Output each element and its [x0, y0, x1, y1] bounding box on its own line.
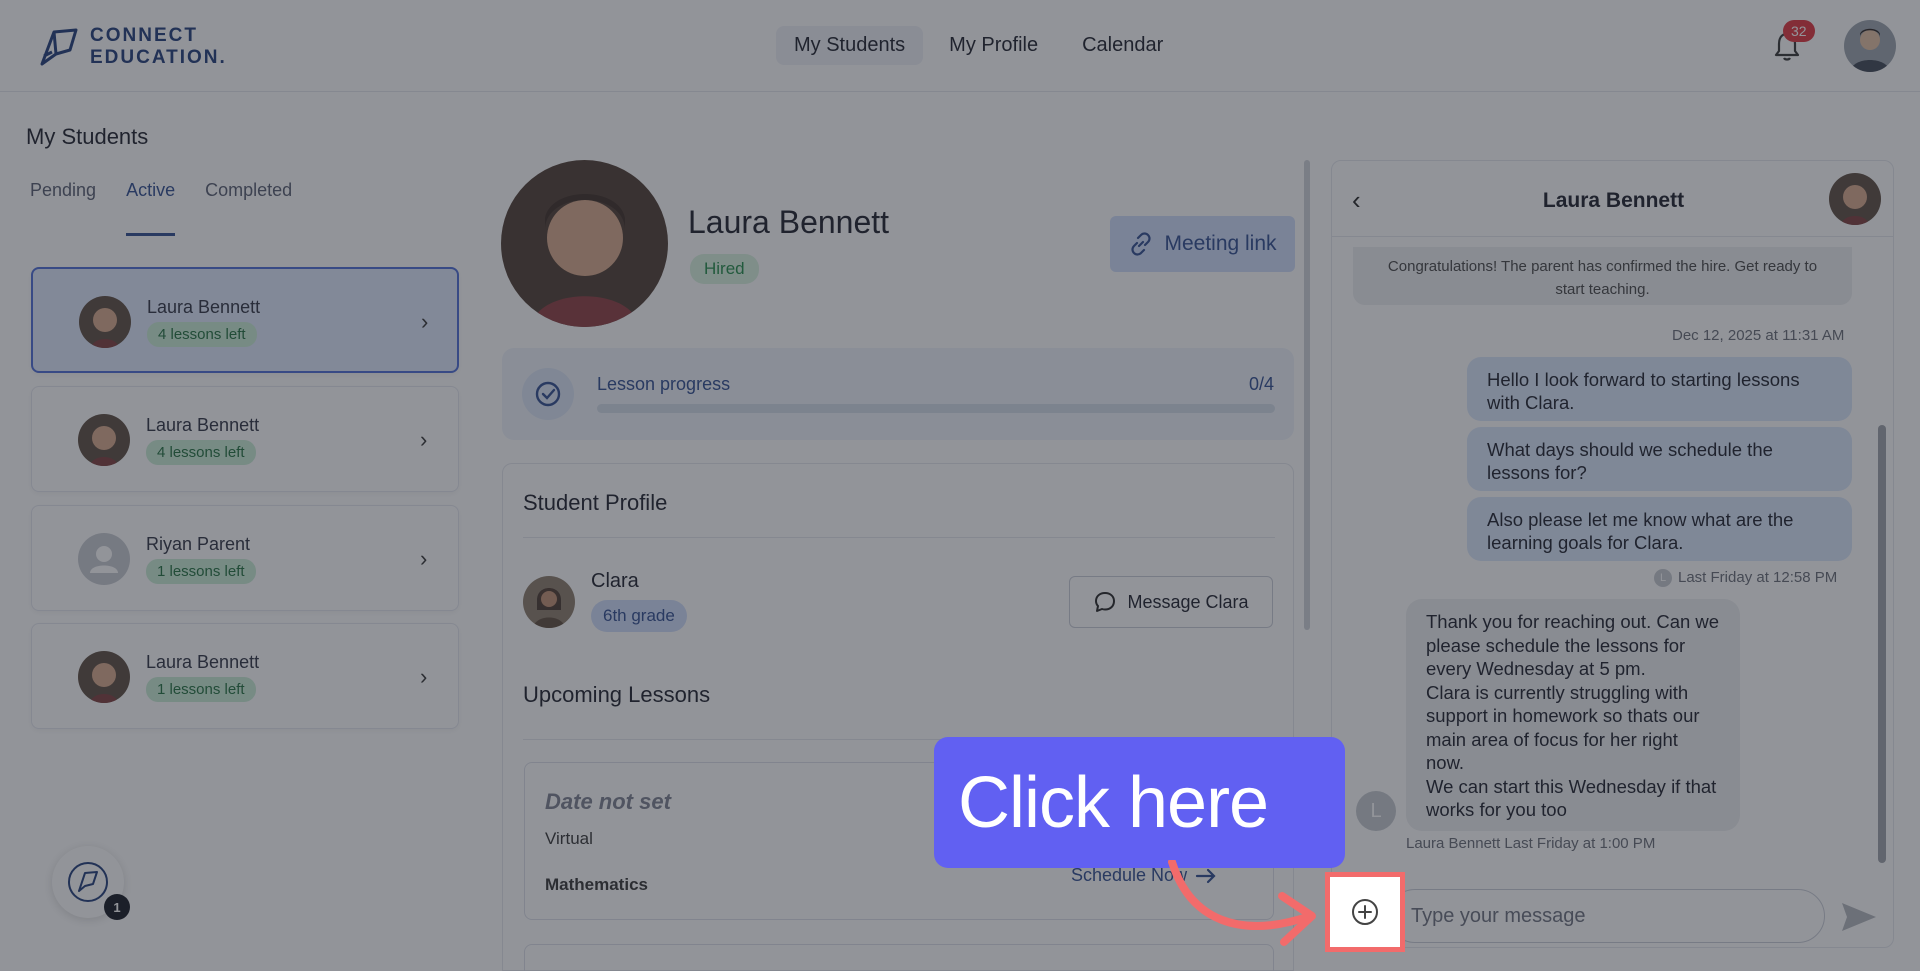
lesson-mode: Virtual — [545, 829, 593, 848]
nav-calendar[interactable]: Calendar — [1064, 26, 1181, 65]
hired-status-badge: Hired — [690, 254, 759, 284]
logo-icon — [40, 28, 78, 66]
chat-header: ‹ Laura Bennett — [1332, 161, 1893, 237]
outgoing-message: Also please let me know what are the lea… — [1467, 497, 1852, 561]
student-avatar — [78, 414, 130, 466]
sender-avatar: L — [1356, 791, 1396, 831]
nav-my-students[interactable]: My Students — [776, 26, 924, 65]
message-timestamp: Last Friday at 12:58 PM — [1678, 569, 1838, 586]
meeting-link-label: Meeting link — [1164, 232, 1277, 255]
logo-text-line1: CONNECT — [90, 25, 198, 46]
lessons-left-badge: 1 lessons left — [146, 677, 256, 702]
student-name: Laura Bennett — [147, 297, 261, 317]
tutorial-highlight-add-button[interactable] — [1325, 872, 1405, 952]
chat-title: Laura Bennett — [1542, 189, 1685, 212]
lessons-left-badge: 1 lessons left — [146, 559, 256, 584]
meeting-link-button[interactable]: Meeting link — [1110, 216, 1295, 272]
link-icon — [1131, 232, 1152, 256]
lessons-left-badge: 4 lessons left — [147, 322, 257, 347]
student-status-tabs: Pending Active Completed — [30, 180, 292, 236]
main-nav: My Students My Profile Calendar — [776, 26, 1181, 65]
student-name: Laura Bennett — [146, 415, 260, 435]
student-card[interactable]: Laura Bennett 4 lessons left › — [31, 267, 459, 373]
chevron-right-icon: › — [420, 664, 428, 689]
notification-count-badge: 32 — [1783, 20, 1815, 42]
message-timestamp: Laura Bennett Last Friday at 1:00 PM — [1406, 835, 1656, 852]
plus-circle-icon — [1352, 899, 1378, 925]
chat-bubble-icon — [1095, 592, 1116, 612]
top-header: CONNECT EDUCATION. My Students My Profil… — [0, 0, 1920, 92]
chevron-right-icon: › — [420, 546, 428, 571]
chat-contact-avatar — [1829, 173, 1881, 225]
user-avatar[interactable] — [1844, 20, 1896, 72]
tutorial-callout: Click here — [934, 737, 1345, 868]
tab-active[interactable]: Active — [126, 180, 176, 236]
page-title: My Students — [26, 124, 149, 149]
chat-scrollbar[interactable] — [1878, 425, 1886, 863]
student-avatar — [78, 651, 130, 703]
progress-bar — [597, 404, 1275, 413]
default-user-avatar — [78, 533, 130, 585]
student-card[interactable]: Riyan Parent 1 lessons left › — [31, 505, 459, 611]
send-icon[interactable] — [1836, 897, 1880, 937]
student-name: Riyan Parent — [146, 534, 251, 554]
child-name: Clara — [591, 570, 639, 592]
system-message: Congratulations! The parent has confirme… — [1353, 247, 1852, 305]
chevron-right-icon: › — [421, 309, 429, 334]
lesson-date: Date not set — [545, 789, 671, 814]
divider — [523, 537, 1275, 538]
message-input[interactable] — [1388, 889, 1825, 943]
read-receipt-avatar: L — [1654, 569, 1672, 587]
nav-my-profile[interactable]: My Profile — [931, 26, 1056, 65]
message-timestamp: Dec 12, 2025 at 11:31 AM — [1672, 327, 1845, 344]
outgoing-message: Hello I look forward to starting lessons… — [1467, 357, 1852, 421]
tab-completed[interactable]: Completed — [205, 180, 292, 236]
lesson-subject: Mathematics — [545, 875, 648, 894]
chat-composer — [1332, 873, 1893, 947]
check-circle-icon — [522, 368, 574, 420]
tutor-name: Laura Bennett — [688, 204, 890, 240]
logo-text-line2: EDUCATION. — [90, 47, 227, 68]
chevron-right-icon: › — [420, 427, 428, 452]
outgoing-message: What days should we schedule the lessons… — [1467, 427, 1852, 491]
rocket-icon — [68, 862, 108, 902]
incoming-message: Thank you for reaching out. Can we pleas… — [1406, 599, 1740, 831]
lessons-left-badge: 4 lessons left — [146, 440, 256, 465]
progress-label: Lesson progress — [597, 374, 731, 394]
chat-panel: ‹ Laura Bennett Congratulations! The par… — [1331, 160, 1894, 948]
student-avatar — [79, 296, 131, 348]
scrollbar[interactable] — [1304, 160, 1310, 630]
student-card[interactable]: Laura Bennett 4 lessons left › — [31, 386, 459, 492]
connect-education-logo[interactable]: CONNECT EDUCATION. — [36, 24, 227, 70]
student-profile-title: Student Profile — [523, 490, 668, 515]
incoming-message-text: Thank you for reaching out. Can we pleas… — [1426, 611, 1720, 820]
student-card[interactable]: Laura Bennett 1 lessons left › — [31, 623, 459, 729]
child-avatar — [523, 576, 575, 628]
tutorial-arrow-icon — [1168, 860, 1316, 946]
progress-count: 0/4 — [1248, 374, 1274, 394]
student-name: Laura Bennett — [146, 652, 260, 672]
launcher-count-badge: 1 — [104, 894, 130, 920]
tutor-photo — [501, 160, 668, 327]
message-child-button[interactable]: Message Clara — [1069, 576, 1273, 628]
lesson-progress-card: Lesson progress 0/4 — [502, 348, 1294, 440]
tab-pending[interactable]: Pending — [30, 180, 96, 236]
grade-badge: 6th grade — [591, 600, 687, 632]
message-child-label: Message Clara — [1127, 591, 1249, 612]
upcoming-lessons-title: Upcoming Lessons — [523, 682, 711, 707]
